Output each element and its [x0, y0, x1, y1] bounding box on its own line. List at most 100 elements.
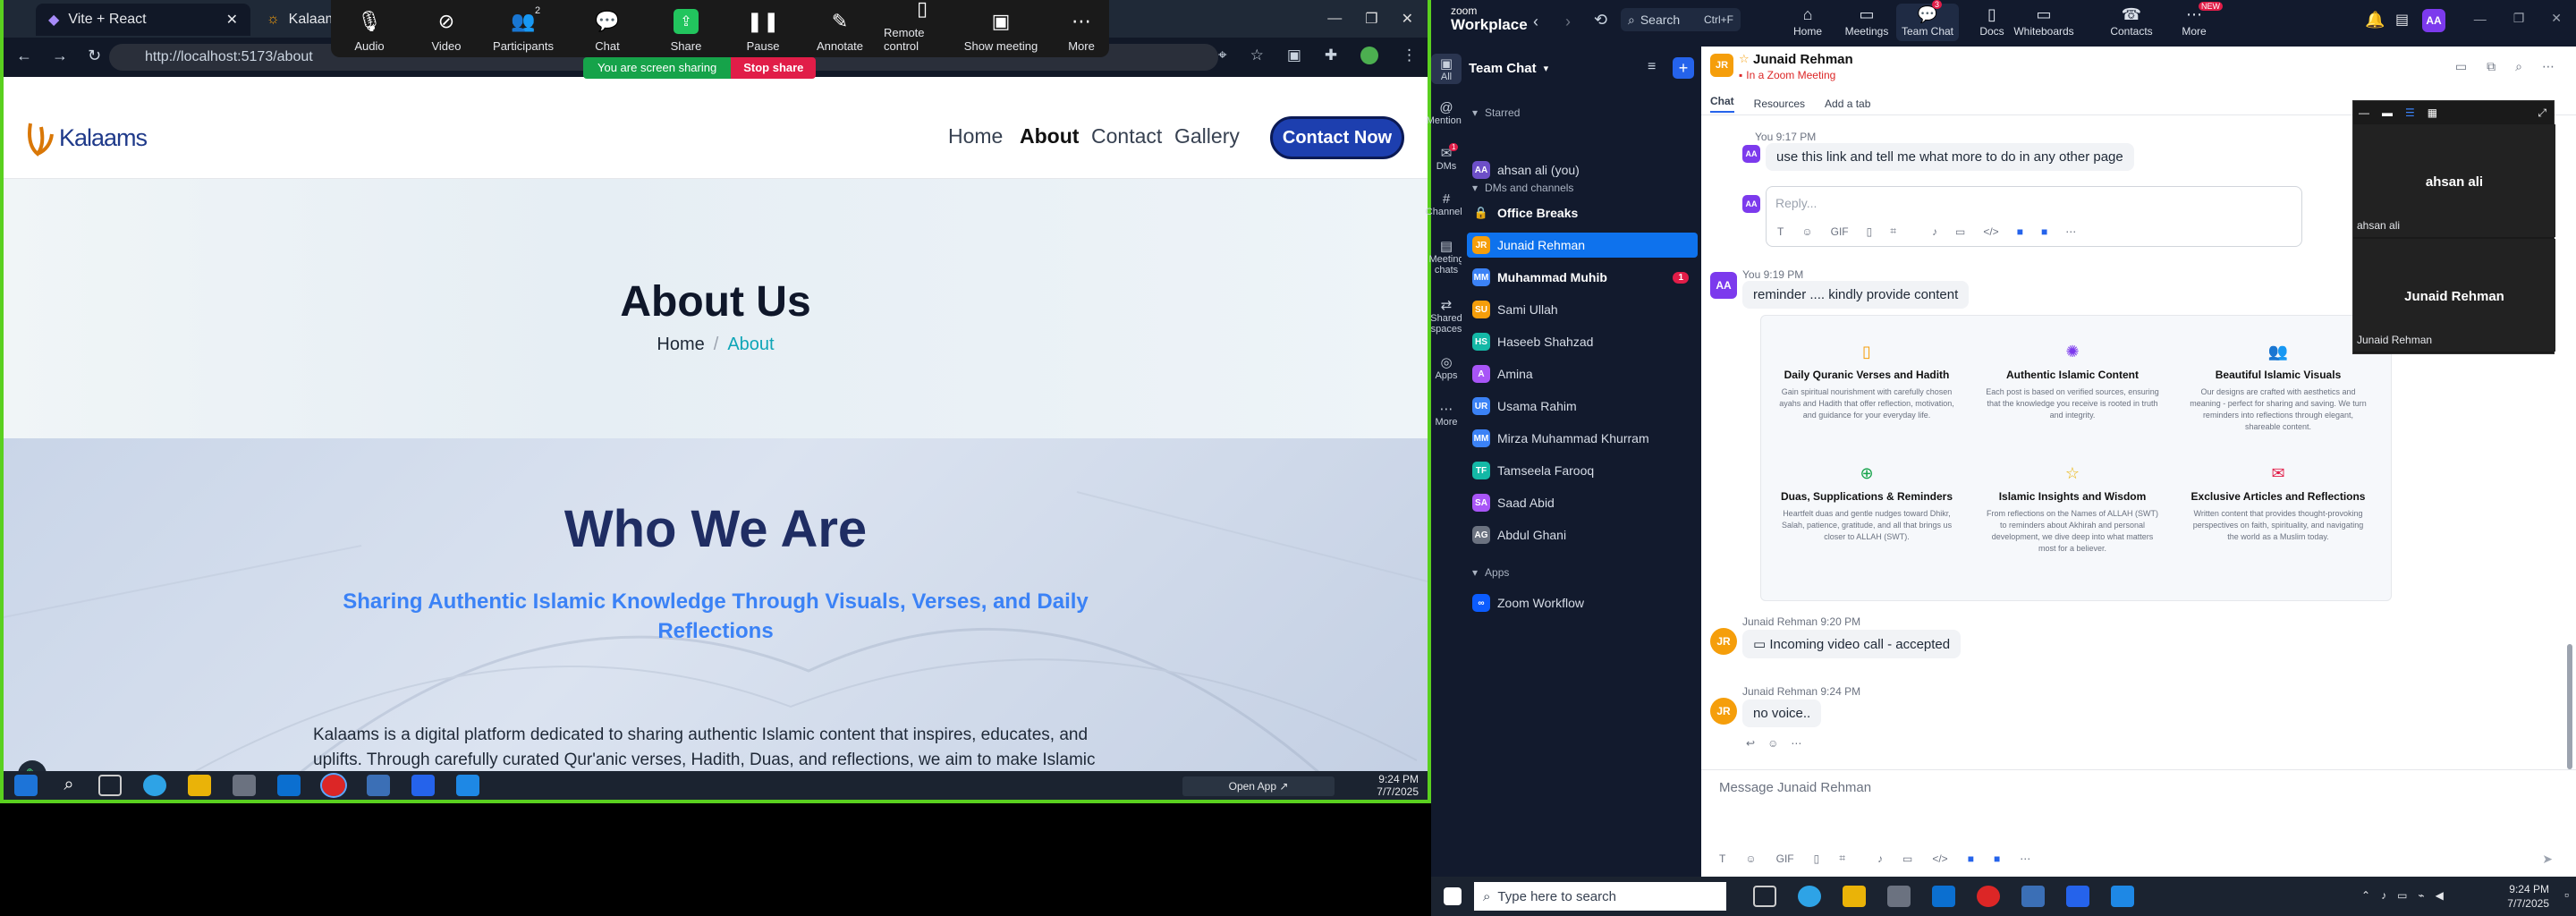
windows-start-icon[interactable] — [14, 775, 38, 796]
back-icon[interactable]: ← — [16, 47, 32, 65]
contact-item[interactable]: MM Muhammad Muhib 1 — [1467, 265, 1698, 290]
contact-item[interactable]: MM Mirza Muhammad Khurram — [1467, 426, 1698, 451]
scrollbar[interactable] — [2567, 644, 2572, 769]
edge-icon[interactable] — [1798, 886, 1821, 907]
chrome-icon[interactable] — [320, 773, 347, 798]
reply-box[interactable]: Reply... T ☺ GIF ▯ ⌗ ♪ ▭ </> ■ ■ ⋯ — [1766, 186, 2302, 247]
more-icon[interactable]: ⋯ — [2065, 225, 2076, 238]
menu-dots-icon[interactable]: ⋮ — [1402, 47, 1417, 64]
sidebar-header[interactable]: Team Chat ▾ — [1469, 61, 1548, 76]
rail-more[interactable]: ⋯ More — [1431, 401, 1462, 428]
app-icon[interactable]: ■ — [1994, 852, 2000, 865]
edge-icon[interactable] — [143, 775, 166, 796]
breadcrumb-home[interactable]: Home — [657, 335, 704, 355]
app-icon[interactable] — [2021, 886, 2045, 907]
close-icon[interactable]: ✕ — [2551, 11, 2562, 26]
tab-add[interactable]: Add a tab — [1825, 98, 1870, 110]
camera-tray-icon[interactable]: ▭ — [2397, 889, 2407, 902]
more-icon[interactable]: ⋯ — [1791, 737, 1801, 750]
speaker-view-icon[interactable]: ▬ — [2382, 106, 2393, 119]
minimize-icon[interactable]: — — [2474, 12, 2487, 26]
emoji-icon[interactable]: ☺ — [1801, 225, 1812, 238]
rail-apps[interactable]: ◎ Apps — [1431, 354, 1462, 381]
toolbar-more-button[interactable]: ⋯ More — [1043, 0, 1120, 57]
chrome-icon[interactable] — [1977, 886, 2000, 907]
section-dms[interactable]: ▾ DMs and channels — [1467, 175, 1698, 200]
tab-chat[interactable]: Chat — [1710, 95, 1734, 113]
bookmark-star-icon[interactable]: ☆ — [1250, 47, 1264, 64]
grid-view-icon[interactable]: ▦ — [2428, 106, 2437, 119]
nav-more[interactable]: ⋯ More NEW — [2163, 2, 2225, 38]
contact-item[interactable]: JR Junaid Rehman — [1467, 233, 1698, 258]
message-bubble[interactable]: reminder .... kindly provide content — [1742, 281, 1970, 309]
toolbar-share-button[interactable]: ⇪ Share — [648, 0, 724, 57]
apps-window-icon[interactable]: ▤ — [2395, 11, 2409, 29]
windows-start-icon[interactable] — [1444, 887, 1462, 905]
format-icon[interactable]: T — [1719, 852, 1725, 865]
contact-item[interactable]: 🔒 Office Breaks — [1467, 200, 1698, 225]
section-starred[interactable]: ▾ Starred — [1467, 100, 1698, 125]
mic-tray-icon[interactable]: ♪ — [2381, 889, 2386, 902]
app-icon[interactable]: ■ — [2041, 225, 2047, 238]
task-view-icon[interactable] — [98, 775, 122, 796]
nav-whiteboards[interactable]: ▭ Whiteboards — [2012, 5, 2075, 38]
browser-tab[interactable]: ◆ Vite + React ✕ — [36, 4, 250, 36]
file-icon[interactable]: ▯ — [1814, 852, 1820, 865]
back-icon[interactable]: ‹ — [1533, 13, 1538, 31]
gallery-strip-icon[interactable]: ☰ — [2405, 106, 2415, 119]
reply-icon[interactable]: ↩ — [1746, 737, 1755, 750]
contact-item[interactable]: UR Usama Rahim — [1467, 394, 1698, 419]
nav-meetings[interactable]: ▭ Meetings — [1835, 5, 1898, 38]
rail-meeting-chats[interactable]: ▤ Meeting chats — [1428, 238, 1463, 276]
participant-tile[interactable]: Junaid Rehman Junaid Rehman — [2353, 239, 2555, 352]
send-icon[interactable]: ➤ — [2542, 852, 2553, 867]
message-bubble[interactable]: ▭ Incoming video call - accepted — [1742, 630, 1962, 658]
contact-item[interactable]: A Amina — [1467, 361, 1698, 386]
avatar[interactable]: AA — [2422, 9, 2445, 32]
section-apps[interactable]: ▾ Apps — [1467, 560, 1698, 585]
video-call-icon[interactable]: ▭ — [2455, 59, 2467, 74]
nav-contact[interactable]: Contact — [1091, 124, 1162, 148]
app-icon[interactable]: ■ — [1968, 852, 1974, 865]
new-chat-icon[interactable]: + — [1673, 57, 1694, 79]
zoom-icon[interactable] — [2066, 886, 2089, 907]
participant-tile[interactable]: ahsan ali ahsan ali — [2353, 124, 2555, 237]
store-icon[interactable] — [233, 775, 256, 796]
reply-input[interactable]: Reply... — [1775, 196, 1817, 210]
more-icon[interactable]: ⋯ — [2020, 852, 2030, 865]
contact-item[interactable]: SU Sami Ullah — [1467, 297, 1698, 322]
rail-channels[interactable]: # Channels — [1426, 191, 1467, 217]
app-icon[interactable]: ■ — [2017, 225, 2023, 238]
message-input[interactable]: Message Junaid Rehman — [1719, 780, 1871, 795]
screenshare-icon[interactable]: ⧉ — [2487, 59, 2496, 74]
mic-icon[interactable]: ♪ — [1932, 225, 1937, 238]
file-explorer-icon[interactable] — [188, 775, 211, 796]
gif-icon[interactable]: GIF — [1776, 852, 1794, 865]
rail-all[interactable]: ▣ All — [1431, 54, 1462, 84]
task-view-icon[interactable] — [1753, 886, 1776, 907]
nav-gallery[interactable]: Gallery — [1174, 124, 1240, 148]
toolbar-video-button[interactable]: ⊘ Video — [408, 0, 485, 57]
toolbar-annotate-button[interactable]: ✎ Annotate — [801, 0, 878, 57]
rail-shared-spaces[interactable]: ⇄ Shared spaces — [1430, 297, 1462, 335]
maximize-icon[interactable]: ❐ — [2513, 11, 2525, 26]
mic-icon[interactable]: ♪ — [1877, 852, 1883, 865]
filter-icon[interactable]: ≡ — [1648, 59, 1656, 75]
rail-mentions[interactable]: @ Mentions — [1427, 100, 1467, 126]
file-explorer-icon[interactable] — [1843, 886, 1866, 907]
search-icon[interactable]: ⌕ — [2515, 59, 2522, 74]
location-icon[interactable]: ⌖ — [1218, 47, 1227, 64]
toolbar-show-meeting-button[interactable]: ▣ Show meeting — [962, 0, 1039, 57]
message-bubble[interactable]: use this link and tell me what more to d… — [1766, 143, 2134, 171]
app-icon[interactable] — [367, 775, 390, 796]
tray-chevron-icon[interactable]: ⌃ — [2361, 889, 2370, 902]
screenshot-icon[interactable]: ⌗ — [1839, 852, 1845, 865]
zoom-icon[interactable] — [411, 775, 435, 796]
vscode-icon[interactable] — [456, 775, 479, 796]
close-icon[interactable]: ✕ — [226, 11, 238, 29]
code-icon[interactable]: </> — [1932, 852, 1947, 865]
nav-team-chat[interactable]: 💬 Team Chat 3 — [1896, 0, 1959, 41]
rail-dms[interactable]: ✉ DMs 1 — [1431, 143, 1462, 172]
tab-resources[interactable]: Resources — [1754, 98, 1805, 110]
site-logo[interactable]: Kalaams — [25, 118, 148, 157]
